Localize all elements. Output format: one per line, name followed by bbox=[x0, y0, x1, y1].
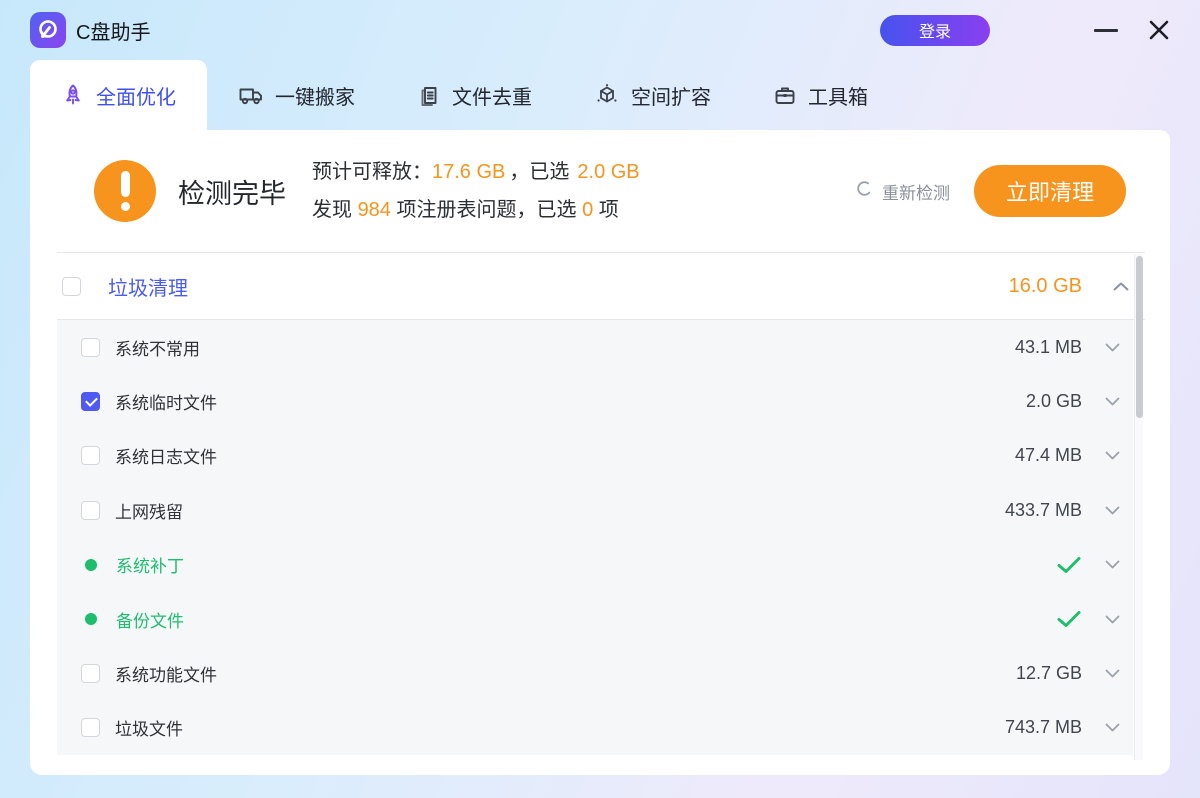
tabbar: 全面优化 一键搬家 文件去重 bbox=[0, 60, 1200, 130]
chevron-down-icon[interactable] bbox=[1105, 397, 1120, 406]
scrollbar-track[interactable] bbox=[1134, 254, 1143, 760]
group-row-junk-clean: 垃圾清理 16.0 GB bbox=[30, 253, 1170, 319]
expand-cube-icon bbox=[594, 82, 620, 108]
scan-status-title: 检测完毕 bbox=[178, 172, 286, 211]
row-checkbox[interactable] bbox=[81, 338, 100, 357]
junk-item-list: 系统不常用 43.1 MB 系统临时文件 2.0 GB 系统日志文件 47.4 … bbox=[57, 320, 1133, 755]
chevron-down-icon[interactable] bbox=[1105, 451, 1120, 460]
row-checkbox[interactable] bbox=[81, 664, 100, 683]
list-item-system-patch: 系统补丁 bbox=[57, 538, 1133, 592]
recheck-button[interactable]: 重新检测 bbox=[856, 179, 950, 204]
chevron-down-icon[interactable] bbox=[1105, 615, 1120, 624]
list-item-system-function: 系统功能文件 12.7 GB bbox=[57, 646, 1133, 700]
refresh-icon bbox=[856, 180, 873, 202]
scrollbar-thumb[interactable] bbox=[1136, 256, 1143, 418]
truck-icon bbox=[238, 83, 264, 107]
group-label[interactable]: 垃圾清理 bbox=[108, 272, 188, 301]
recheck-label: 重新检测 bbox=[882, 179, 950, 204]
releasable-size: 17.6 GB bbox=[432, 161, 505, 183]
registry-selected-count: 0 bbox=[582, 199, 593, 221]
minimize-icon[interactable] bbox=[1094, 29, 1118, 32]
row-checkbox[interactable] bbox=[81, 718, 100, 737]
chevron-down-icon[interactable] bbox=[1105, 560, 1120, 569]
chevron-down-icon[interactable] bbox=[1105, 506, 1120, 515]
scan-status-details: 预计可释放：17.6 GB，已选2.0 GB 发现 984 项注册表问题，已选 … bbox=[312, 153, 640, 229]
row-size: 2.0 GB bbox=[1026, 391, 1082, 412]
tab-full-optimize[interactable]: 全面优化 bbox=[30, 60, 207, 130]
group-checkbox[interactable] bbox=[62, 277, 81, 296]
list-item-backup-files: 备份文件 bbox=[57, 592, 1133, 646]
app-title: C盘助手 bbox=[76, 16, 150, 45]
tab-space-expand[interactable]: 空间扩容 bbox=[563, 60, 742, 130]
green-dot-icon bbox=[85, 559, 97, 571]
tab-file-dedupe[interactable]: 文件去重 bbox=[386, 60, 563, 130]
list-item-system-log: 系统日志文件 47.4 MB bbox=[57, 429, 1133, 483]
login-button[interactable]: 登录 bbox=[880, 15, 990, 46]
row-size: 12.7 GB bbox=[1016, 663, 1082, 684]
tab-one-key-move[interactable]: 一键搬家 bbox=[207, 60, 386, 130]
registry-issue-count: 984 bbox=[358, 199, 391, 221]
row-checkbox[interactable] bbox=[81, 501, 100, 520]
tab-label: 一键搬家 bbox=[275, 81, 355, 110]
clean-now-button[interactable]: 立即清理 bbox=[974, 165, 1126, 217]
chevron-down-icon[interactable] bbox=[1105, 343, 1120, 352]
list-item-system-unused: 系统不常用 43.1 MB bbox=[57, 320, 1133, 374]
tab-label: 空间扩容 bbox=[631, 81, 711, 110]
tab-label: 文件去重 bbox=[452, 81, 532, 110]
success-check-icon bbox=[1056, 556, 1082, 574]
chevron-down-icon[interactable] bbox=[1105, 669, 1120, 678]
success-check-icon bbox=[1056, 610, 1082, 628]
row-size: 43.1 MB bbox=[1015, 337, 1082, 358]
scan-summary: 检测完毕 预计可释放：17.6 GB，已选2.0 GB 发现 984 项注册表问… bbox=[30, 130, 1170, 252]
list-item-junk-files: 垃圾文件 743.7 MB bbox=[57, 701, 1133, 755]
row-checkbox[interactable] bbox=[81, 446, 100, 465]
titlebar: C盘助手 登录 bbox=[0, 0, 1200, 60]
chevron-up-icon[interactable] bbox=[1113, 282, 1129, 291]
row-size: 743.7 MB bbox=[1005, 717, 1082, 738]
tab-label: 全面优化 bbox=[96, 81, 176, 110]
app-logo-icon bbox=[30, 12, 66, 48]
list-item-system-temp: 系统临时文件 2.0 GB bbox=[57, 374, 1133, 428]
dedupe-doc-icon bbox=[417, 83, 441, 107]
tab-toolbox[interactable]: 工具箱 bbox=[742, 60, 899, 130]
releasable-line: 预计可释放：17.6 GB，已选2.0 GB bbox=[312, 153, 640, 191]
row-size: 47.4 MB bbox=[1015, 445, 1082, 466]
main-panel: 检测完毕 预计可释放：17.6 GB，已选2.0 GB 发现 984 项注册表问… bbox=[30, 130, 1170, 775]
close-icon[interactable] bbox=[1148, 19, 1170, 41]
green-dot-icon bbox=[85, 613, 97, 625]
chevron-down-icon[interactable] bbox=[1105, 723, 1120, 732]
menu-icon[interactable] bbox=[1038, 21, 1064, 40]
rocket-icon bbox=[61, 83, 85, 107]
tab-label: 工具箱 bbox=[808, 81, 868, 110]
alert-icon bbox=[94, 160, 156, 222]
row-size: 433.7 MB bbox=[1005, 500, 1082, 521]
toolbox-icon bbox=[773, 83, 797, 107]
window-controls bbox=[1038, 19, 1170, 41]
list-item-web-residue: 上网残留 433.7 MB bbox=[57, 483, 1133, 537]
registry-line: 发现 984 项注册表问题，已选 0 项 bbox=[312, 191, 640, 229]
group-size: 16.0 GB bbox=[1009, 275, 1082, 298]
selected-size: 2.0 GB bbox=[577, 161, 639, 183]
row-checkbox-checked[interactable] bbox=[81, 392, 100, 411]
